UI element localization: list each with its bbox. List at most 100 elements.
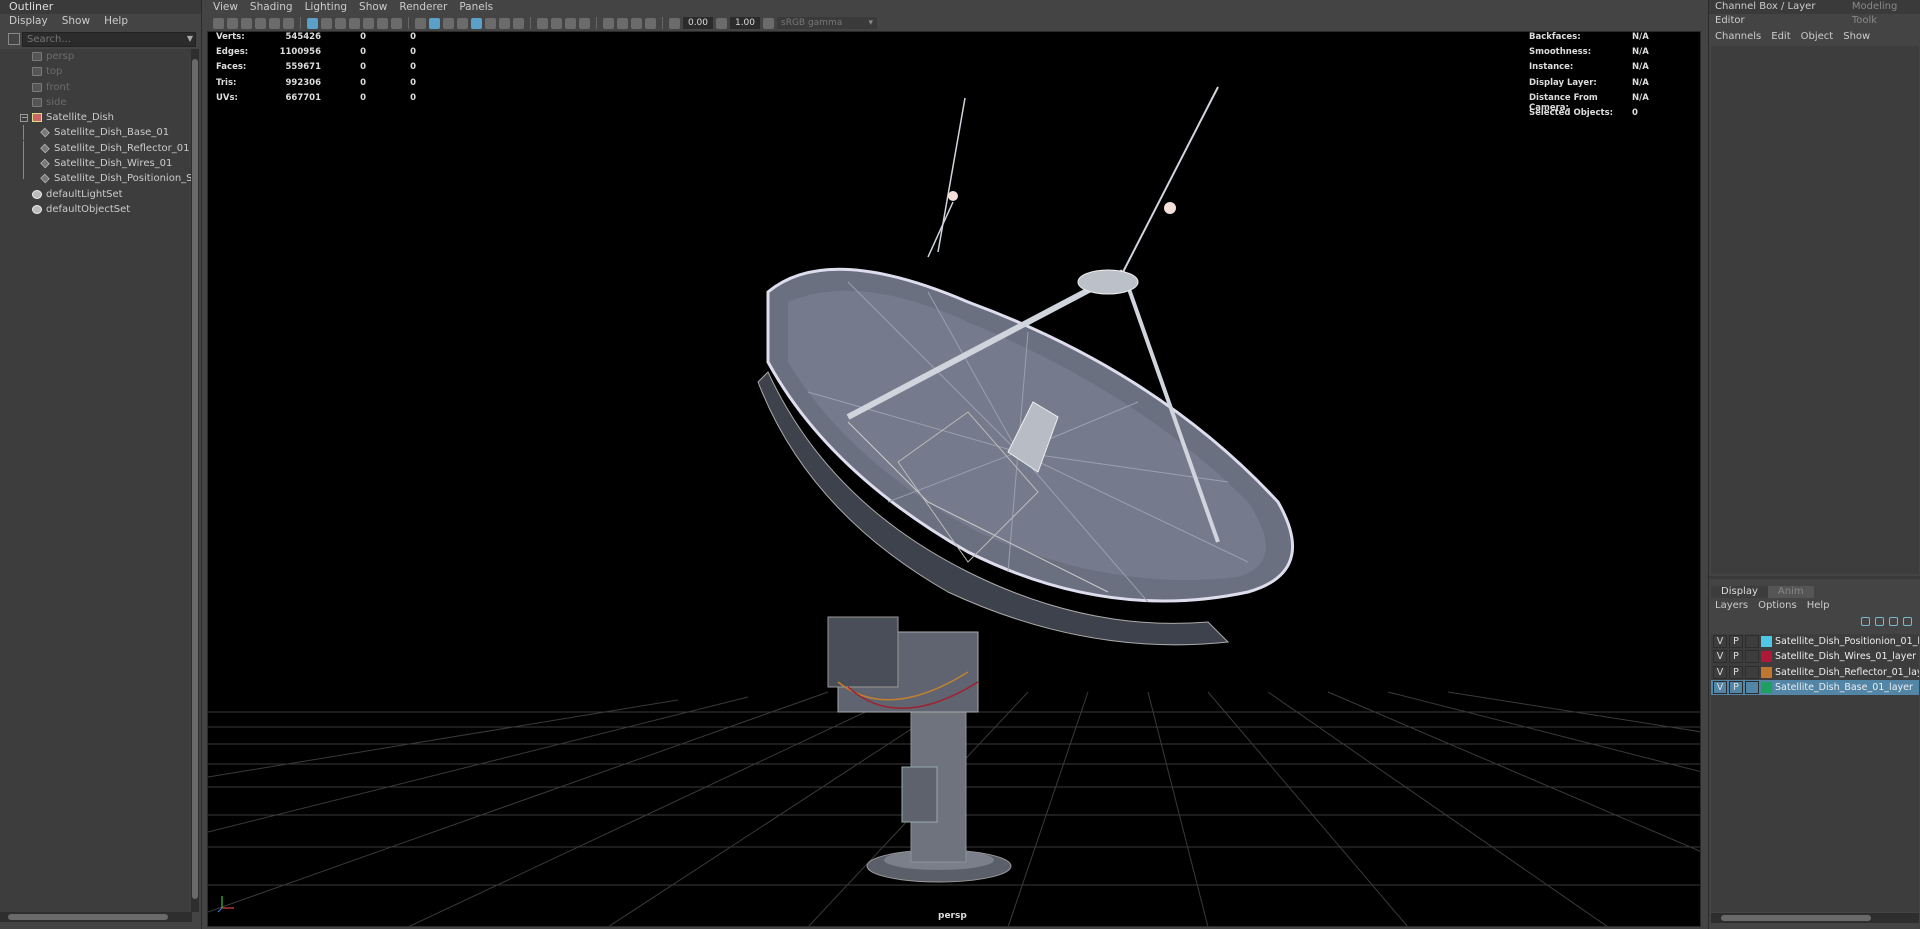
layer-visibility-toggle[interactable]: V — [1713, 665, 1727, 679]
outliner-item-positioning[interactable]: Satellite_Dish_Positionion_Sistem_0 — [0, 171, 192, 186]
field-chart-icon[interactable] — [363, 17, 374, 29]
filter-icon[interactable] — [8, 33, 20, 45]
3d-viewport[interactable]: Verts: 545426 0 0 Edges: 1100956 0 0 Faces: 559… — [207, 31, 1701, 927]
outliner-vertical-scrollbar[interactable] — [191, 49, 199, 912]
layer-playback-toggle[interactable]: P — [1729, 635, 1743, 648]
gamma-icon[interactable] — [716, 17, 727, 29]
exposure-icon[interactable] — [669, 17, 680, 29]
color-management-icon[interactable] — [763, 17, 774, 29]
channel-box-area[interactable] — [1711, 46, 1919, 574]
view-transform-dropdown[interactable]: sRGB gamma — [777, 17, 877, 29]
use-all-lights-icon[interactable] — [485, 17, 496, 29]
layer-display-type-toggle[interactable] — [1745, 680, 1759, 694]
xray-icon[interactable] — [603, 17, 614, 29]
menu-help[interactable]: Help — [1807, 600, 1830, 611]
layer-color-swatch[interactable] — [1761, 681, 1772, 693]
outliner-item-satellite-dish[interactable]: − Satellite_Dish — [0, 110, 192, 125]
layer-visibility-toggle[interactable]: V — [1713, 650, 1727, 664]
outliner-item-reflector[interactable]: Satellite_Dish_Reflector_01 — [0, 140, 192, 156]
outliner-item-front[interactable]: front — [0, 80, 192, 95]
collapse-icon[interactable]: − — [20, 114, 28, 123]
safe-action-icon[interactable] — [377, 17, 388, 29]
outliner-item-default-object-set[interactable]: defaultObjectSet — [0, 202, 192, 217]
tab-modeling-toolkit[interactable]: Modeling Toolk — [1852, 0, 1920, 26]
outliner-item-wires[interactable]: Satellite_Dish_Wires_01 — [0, 156, 192, 172]
outliner-item-persp[interactable]: persp — [0, 49, 192, 64]
outliner-item-top[interactable]: top — [0, 64, 192, 79]
layer-color-swatch[interactable] — [1761, 651, 1772, 663]
default-material-icon[interactable] — [443, 17, 454, 29]
layer-display-type-toggle[interactable] — [1745, 665, 1759, 679]
layer-row-base[interactable]: V P Satellite_Dish_Base_01_layer — [1711, 679, 1919, 696]
outliner-item-base[interactable]: Satellite_Dish_Base_01 — [0, 125, 192, 141]
isolate-select-icon[interactable] — [579, 17, 590, 29]
layer-color-swatch[interactable] — [1761, 636, 1772, 647]
xray-joints-icon[interactable] — [631, 17, 642, 29]
safe-title-icon[interactable] — [391, 17, 402, 29]
menu-edit[interactable]: Edit — [1771, 31, 1790, 42]
layer-playback-toggle[interactable]: P — [1729, 650, 1743, 664]
menu-shading[interactable]: Shading — [250, 0, 293, 15]
depth-of-field-icon[interactable] — [565, 17, 576, 29]
move-layer-down-icon[interactable] — [1875, 617, 1884, 626]
outliner-item-side[interactable]: side — [0, 95, 192, 110]
layer-row-positionion[interactable]: V P Satellite_Dish_Positionion_01_layer — [1711, 634, 1919, 649]
menu-show[interactable]: Show — [359, 0, 387, 15]
tab-anim[interactable]: Anim — [1767, 586, 1814, 598]
shadows-icon[interactable] — [499, 17, 510, 29]
outliner-search-input[interactable] — [22, 32, 196, 47]
xray-active-components-icon[interactable] — [617, 17, 628, 29]
layer-visibility-toggle[interactable]: V — [1713, 680, 1727, 694]
layer-playback-toggle[interactable]: P — [1729, 665, 1743, 679]
exposure-field[interactable]: 0.00 — [683, 17, 713, 29]
menu-view[interactable]: View — [213, 0, 238, 15]
outliner-horizontal-scrollbar[interactable] — [0, 912, 192, 922]
layer-visibility-toggle[interactable]: V — [1713, 635, 1727, 648]
layer-playback-toggle[interactable]: P — [1729, 680, 1743, 694]
scrollbar-thumb[interactable] — [8, 914, 168, 920]
gate-mask-icon[interactable] — [349, 17, 360, 29]
layer-row-reflector[interactable]: V P Satellite_Dish_Reflector_01_layer — [1711, 665, 1919, 680]
new-layer-from-selection-icon[interactable] — [1903, 617, 1912, 626]
2d-pan-zoom-icon[interactable] — [269, 17, 280, 29]
layer-row-wires[interactable]: V P Satellite_Dish_Wires_01_layer — [1711, 649, 1919, 664]
textured-icon[interactable] — [471, 17, 482, 29]
scrollbar-thumb[interactable] — [1721, 915, 1871, 921]
outliner-menu-display[interactable]: Display — [9, 14, 48, 29]
camera-attributes-icon[interactable] — [227, 17, 238, 29]
panel-splitter[interactable] — [1709, 576, 1920, 579]
new-empty-layer-icon[interactable] — [1889, 617, 1898, 626]
menu-panels[interactable]: Panels — [459, 0, 493, 15]
grease-pencil-icon[interactable] — [283, 17, 294, 29]
resolution-gate-icon[interactable] — [335, 17, 346, 29]
outliner-item-default-light-set[interactable]: defaultLightSet — [0, 187, 192, 202]
menu-channels[interactable]: Channels — [1715, 31, 1761, 42]
menu-layers[interactable]: Layers — [1715, 600, 1748, 611]
image-plane-icon[interactable] — [255, 17, 266, 29]
smooth-shade-icon[interactable] — [429, 17, 440, 29]
grid-icon[interactable] — [307, 17, 318, 29]
select-camera-icon[interactable] — [213, 17, 224, 29]
menu-lighting[interactable]: Lighting — [305, 0, 347, 15]
screen-space-ao-icon[interactable] — [513, 17, 524, 29]
layer-color-swatch[interactable] — [1761, 666, 1772, 678]
scrollbar-thumb[interactable] — [192, 59, 198, 899]
wireframe-icon[interactable] — [415, 17, 426, 29]
menu-show[interactable]: Show — [1843, 31, 1870, 42]
layer-display-type-toggle[interactable] — [1745, 650, 1759, 664]
gamma-field[interactable]: 1.00 — [730, 17, 760, 29]
anti-aliasing-icon[interactable] — [551, 17, 562, 29]
menu-options[interactable]: Options — [1758, 600, 1797, 611]
menu-renderer[interactable]: Renderer — [399, 0, 447, 15]
outliner-menu-show[interactable]: Show — [62, 14, 90, 29]
layer-horizontal-scrollbar[interactable] — [1711, 913, 1919, 923]
search-options-chevron-icon[interactable]: ▼ — [187, 34, 193, 43]
bookmark-icon[interactable] — [241, 17, 252, 29]
outliner-menu-help[interactable]: Help — [104, 14, 128, 29]
backface-culling-icon[interactable] — [645, 17, 656, 29]
wireframe-on-shaded-icon[interactable] — [457, 17, 468, 29]
tab-channel-box-layer-editor[interactable]: Channel Box / Layer Editor — [1715, 0, 1838, 26]
tab-display[interactable]: Display — [1711, 586, 1768, 598]
menu-object[interactable]: Object — [1801, 31, 1834, 42]
move-layer-up-icon[interactable] — [1861, 617, 1870, 626]
